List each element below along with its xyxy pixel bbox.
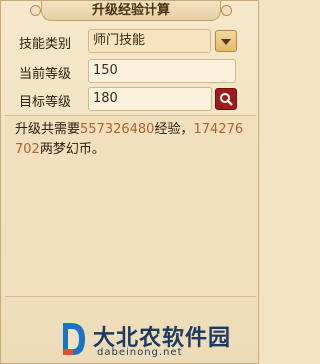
title-ornament-right-icon xyxy=(221,5,232,16)
result-exp-value: 557326480 xyxy=(80,122,155,137)
result-text: 升级共需要557326480经验，174276702两梦幻币。 xyxy=(5,115,256,297)
search-button[interactable] xyxy=(215,88,237,110)
result-mid: 经验， xyxy=(154,122,194,137)
skill-type-label: 技能类别 xyxy=(19,37,72,52)
current-level-row: 当前等级 150 xyxy=(1,59,260,85)
title-ornament-left-icon xyxy=(30,5,41,16)
result-suffix: 两梦幻币。 xyxy=(39,142,105,157)
skill-type-dropdown-button[interactable] xyxy=(215,30,237,52)
current-level-input[interactable]: 150 xyxy=(88,59,236,83)
title-text: 升级经验计算 xyxy=(91,3,170,18)
skill-type-select[interactable]: 师门技能 xyxy=(88,29,211,53)
search-icon xyxy=(220,93,233,106)
watermark-site: dabeinong.net xyxy=(97,347,183,358)
target-level-input[interactable]: 180 xyxy=(88,87,212,111)
calculator-panel: 升级经验计算 技能类别 师门技能 当前等级 150 目标等级 180 升级共需要… xyxy=(0,0,259,364)
panel-title: 升级经验计算 xyxy=(30,1,232,21)
brand-logo-icon xyxy=(63,323,85,355)
result-prefix: 升级共需要 xyxy=(15,122,81,137)
current-level-label: 当前等级 xyxy=(19,67,72,82)
target-level-row: 目标等级 180 xyxy=(1,87,260,113)
chevron-down-icon xyxy=(221,39,231,45)
watermark-logo: 大北农软件园 dabeinong.net xyxy=(59,319,259,363)
target-level-label: 目标等级 xyxy=(19,95,72,110)
skill-type-row: 技能类别 师门技能 xyxy=(1,29,260,55)
